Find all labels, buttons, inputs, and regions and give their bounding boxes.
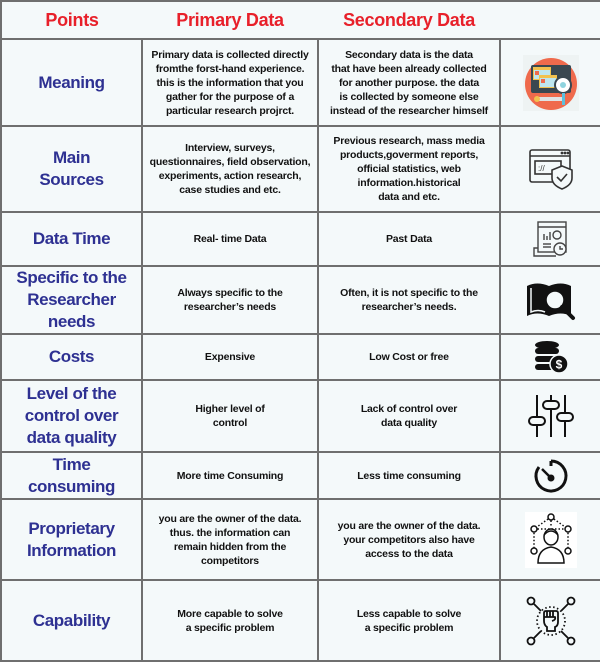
secondary-cell: Low Cost or free xyxy=(317,333,501,381)
point-label: Data Time xyxy=(0,211,143,267)
primary-cell: Primary data is collected directly fromt… xyxy=(141,38,319,127)
point-label: Proprietary Information xyxy=(0,498,143,581)
point-label: Capability xyxy=(0,579,143,662)
table-row-proprietary-information: Proprietary Information you are the owne… xyxy=(0,498,600,581)
comparison-table: Points Primary Data Secondary Data Meani… xyxy=(0,0,600,662)
point-label: Specific to the Researcher needs xyxy=(0,265,143,335)
monitor-bug-search-icon xyxy=(522,54,579,111)
svg-text:://: :// xyxy=(538,164,545,173)
primary-cell: Real- time Data xyxy=(141,211,319,267)
report-clock-icon xyxy=(532,221,567,257)
header-primary-data: Primary Data xyxy=(142,0,318,40)
secondary-cell: Secondary data is the data that have bee… xyxy=(317,38,501,127)
point-label: Main Sources xyxy=(0,125,143,213)
table-row-specific-needs: Specific to the Researcher needs Always … xyxy=(0,265,600,335)
secondary-cell: Less time consuming xyxy=(317,451,501,500)
table-row-time-consuming: Time consuming More time Consuming Less … xyxy=(0,451,600,500)
point-label: Costs xyxy=(0,333,143,381)
header-secondary-data: Secondary Data xyxy=(318,0,500,40)
point-label: Level of the control over data quality xyxy=(0,379,143,453)
person-network-icon xyxy=(524,511,577,568)
secondary-cell: Previous research, mass media products,g… xyxy=(317,125,501,213)
secondary-cell: Lack of control over data quality xyxy=(317,379,501,453)
secondary-cell: Less capable to solve a specific problem xyxy=(317,579,501,662)
point-label: Meaning xyxy=(0,38,143,127)
fist-network-icon xyxy=(526,596,575,645)
secondary-cell: you are the owner of the data. your comp… xyxy=(317,498,501,581)
table-row-costs: Costs Expensive Low Cost or free $ xyxy=(0,333,600,381)
secondary-cell: Past Data xyxy=(317,211,501,267)
table-row-control-level: Level of the control over data quality H… xyxy=(0,379,600,453)
primary-cell: Expensive xyxy=(141,333,319,381)
sliders-icon xyxy=(527,395,574,437)
header-icon-column xyxy=(500,0,600,40)
coins-dollar-icon: $ xyxy=(534,341,569,374)
secondary-cell: Often, it is not specific to the researc… xyxy=(317,265,501,335)
table-row-capability: Capability More capable to solve a speci… xyxy=(0,579,600,662)
browser-shield-icon: :// xyxy=(528,149,573,190)
primary-cell: you are the owner of the data. thus. the… xyxy=(141,498,319,581)
header-points: Points xyxy=(0,0,142,40)
primary-cell: Interview, surveys, questionnaires, fiel… xyxy=(141,125,319,213)
primary-cell: More capable to solve a specific problem xyxy=(141,579,319,662)
header-row: Points Primary Data Secondary Data xyxy=(0,0,600,40)
primary-cell: More time Consuming xyxy=(141,451,319,500)
timer-icon xyxy=(534,459,567,492)
table-row-main-sources: Main Sources Interview, surveys, questio… xyxy=(0,125,600,213)
primary-cell: Always specific to the researcher’s need… xyxy=(141,265,319,335)
table-row-meaning: Meaning Primary data is collected direct… xyxy=(0,38,600,127)
point-label: Time consuming xyxy=(0,451,143,500)
svg-text:$: $ xyxy=(555,358,562,372)
table-row-data-time: Data Time Real- time Data Past Data xyxy=(0,211,600,267)
book-magnifier-icon xyxy=(526,283,575,320)
primary-cell: Higher level of control xyxy=(141,379,319,453)
